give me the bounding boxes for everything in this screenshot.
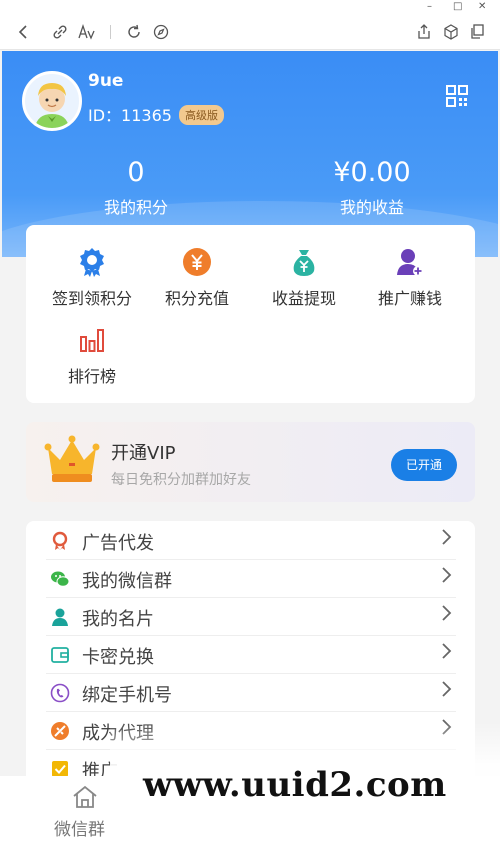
menu-item-business-card[interactable]: 我的名片 [46, 598, 456, 636]
earnings-label: 我的收益 [339, 198, 404, 217]
earnings-value[interactable]: ¥0.00 [312, 157, 432, 188]
vip-title: 开通VIP [111, 443, 176, 464]
grid-item-ranking[interactable]: 排行榜 [36, 325, 148, 387]
chevron-right-icon [440, 602, 454, 630]
menu-item-label: 我的名片 [82, 609, 154, 630]
yen-coin-icon [182, 247, 212, 277]
menu-item-label: 我的微信群 [82, 571, 172, 592]
avatar[interactable] [22, 71, 82, 131]
window-controls: – □ ✕ [0, 0, 500, 14]
wechat-icon [50, 569, 70, 589]
vip-banner[interactable]: 开通VIP 每日免积分加群加好友 已开通 [26, 422, 475, 502]
menu-item-label: 广告代发 [82, 533, 154, 554]
username: 9ue [88, 71, 124, 91]
money-bag-icon [289, 247, 319, 277]
home-icon[interactable] [70, 784, 100, 810]
browser-toolbar [0, 14, 500, 50]
read-aloud-icon[interactable] [76, 22, 96, 42]
points-value[interactable]: 0 [86, 157, 186, 188]
wallet-icon [50, 645, 70, 665]
share-icon[interactable] [414, 22, 434, 42]
maximize-button[interactable]: □ [453, 1, 462, 12]
close-button[interactable]: ✕ [478, 1, 486, 12]
grid-item-label: 签到领积分 [51, 289, 132, 308]
grid-item-withdraw[interactable]: 收益提现 [248, 247, 360, 309]
ribbon-icon [50, 531, 70, 551]
grid-item-checkin[interactable]: 签到领积分 [36, 247, 148, 309]
person-icon [50, 607, 70, 627]
crown-icon [44, 434, 100, 486]
menu-item-bind-phone[interactable]: 绑定手机号 [46, 674, 456, 712]
user-id: ID：11365 [88, 106, 172, 125]
grid-item-label: 排行榜 [67, 367, 116, 386]
vip-activated-button[interactable]: 已开通 [391, 449, 457, 481]
link-icon[interactable] [50, 22, 70, 42]
cube-icon[interactable] [441, 22, 461, 42]
grid-item-recharge[interactable]: 积分充值 [141, 247, 253, 309]
nav-tab-wechat-groups[interactable]: 微信群 [54, 815, 105, 840]
grid-item-label: 积分充值 [164, 289, 229, 308]
points-label: 我的积分 [103, 198, 168, 217]
refresh-icon[interactable] [124, 22, 144, 42]
chevron-right-icon [440, 678, 454, 706]
badge-icon [77, 247, 107, 277]
back-icon[interactable] [14, 22, 34, 42]
function-grid: 签到领积分 积分充值 收益提现 推广赚钱 排行榜 [26, 225, 475, 403]
qr-code-icon[interactable] [445, 84, 469, 108]
menu-item-label: 绑定手机号 [82, 685, 172, 706]
compass-icon[interactable] [151, 22, 171, 42]
tier-badge: 高级版 [179, 105, 224, 125]
bar-chart-icon [77, 325, 107, 355]
chevron-right-icon [440, 640, 454, 668]
chevron-right-icon [440, 564, 454, 592]
copy-icon[interactable] [467, 22, 487, 42]
grid-item-promote[interactable]: 推广赚钱 [354, 247, 466, 309]
grid-item-label: 收益提现 [271, 289, 336, 308]
toolbar-separator [110, 25, 111, 39]
grid-item-label: 推广赚钱 [377, 289, 442, 308]
menu-item-card-redeem[interactable]: 卡密兑换 [46, 636, 456, 674]
chevron-right-icon [440, 526, 454, 554]
menu-item-wechat-groups[interactable]: 我的微信群 [46, 560, 456, 598]
agent-icon [50, 721, 70, 741]
phone-icon [50, 683, 70, 703]
menu-item-ad-posting[interactable]: 广告代发 [46, 522, 456, 560]
minimize-button[interactable]: – [427, 1, 432, 12]
add-user-icon [395, 247, 425, 277]
vip-subtitle: 每日免积分加群加好友 [111, 472, 251, 488]
watermark: www.uuid2.com [143, 765, 447, 805]
menu-item-label: 卡密兑换 [82, 647, 154, 668]
